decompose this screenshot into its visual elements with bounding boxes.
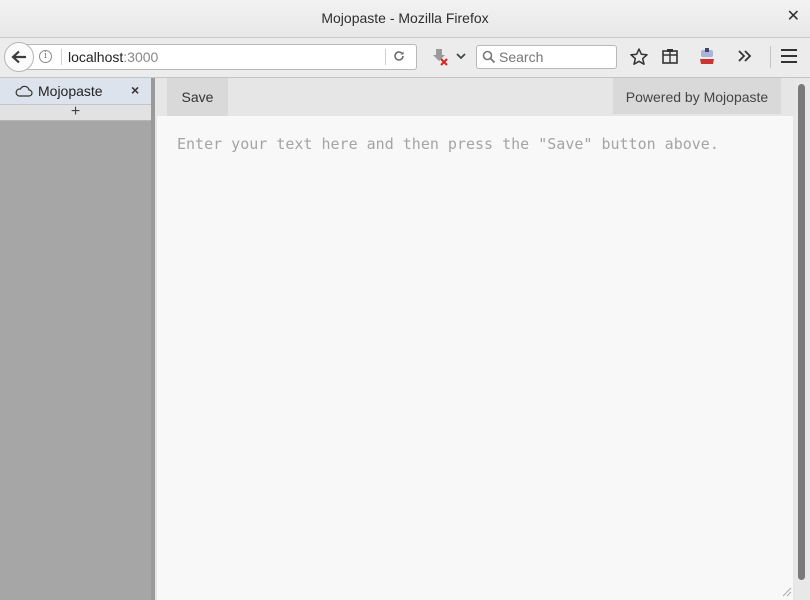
reload-icon[interactable]	[393, 49, 405, 65]
window-close-button[interactable]: ✕	[787, 8, 800, 26]
paste-textarea[interactable]	[157, 116, 793, 600]
vertical-scrollbar[interactable]	[795, 78, 810, 600]
save-button[interactable]: Save	[167, 78, 228, 116]
urlbar-divider	[61, 49, 62, 65]
navigation-toolbar: i localhost:3000	[0, 38, 810, 78]
back-arrow-icon	[11, 50, 26, 64]
new-tab-button[interactable]: +	[0, 104, 151, 121]
resize-grip-icon[interactable]	[780, 585, 792, 597]
mojopaste-page: Save Powered by Mojopaste	[155, 78, 795, 600]
search-input[interactable]	[499, 48, 609, 66]
scrollbar-thumb[interactable]	[798, 84, 805, 580]
magnifier-icon	[482, 50, 496, 64]
url-text[interactable]: localhost:3000	[68, 49, 158, 65]
url-bar[interactable]: i localhost:3000	[22, 44, 417, 70]
chevron-double-icon[interactable]	[737, 49, 753, 63]
star-icon[interactable]	[629, 47, 649, 67]
download-blocked-icon[interactable]	[430, 47, 450, 67]
sidebar-tab-mojopaste[interactable]: Mojopaste ×	[0, 78, 151, 105]
extension-icon[interactable]	[697, 47, 717, 67]
cloud-icon	[15, 85, 33, 97]
hamburger-menu-icon[interactable]	[780, 48, 798, 64]
url-port: :3000	[123, 49, 159, 65]
powered-by-link[interactable]: Powered by Mojopaste	[613, 78, 781, 114]
search-box[interactable]	[476, 45, 617, 69]
clipboard-icon[interactable]	[661, 48, 679, 66]
toolbar-divider	[770, 46, 771, 68]
window-titlebar: Mojopaste - Mozilla Firefox ✕	[0, 0, 810, 38]
sidebar-tab-label: Mojopaste	[38, 83, 103, 99]
back-button[interactable]	[4, 42, 34, 72]
url-host: localhost	[68, 49, 124, 65]
urlbar-divider	[385, 49, 386, 65]
chevron-down-icon[interactable]	[455, 50, 467, 62]
tab-sidebar: Mojopaste × +	[0, 78, 151, 600]
browser-content: Mojopaste × + Save Powered by Mojopaste	[0, 78, 810, 600]
window-title: Mojopaste - Mozilla Firefox	[321, 10, 489, 26]
info-icon[interactable]: i	[39, 50, 52, 63]
close-tab-icon[interactable]: ×	[131, 82, 139, 98]
